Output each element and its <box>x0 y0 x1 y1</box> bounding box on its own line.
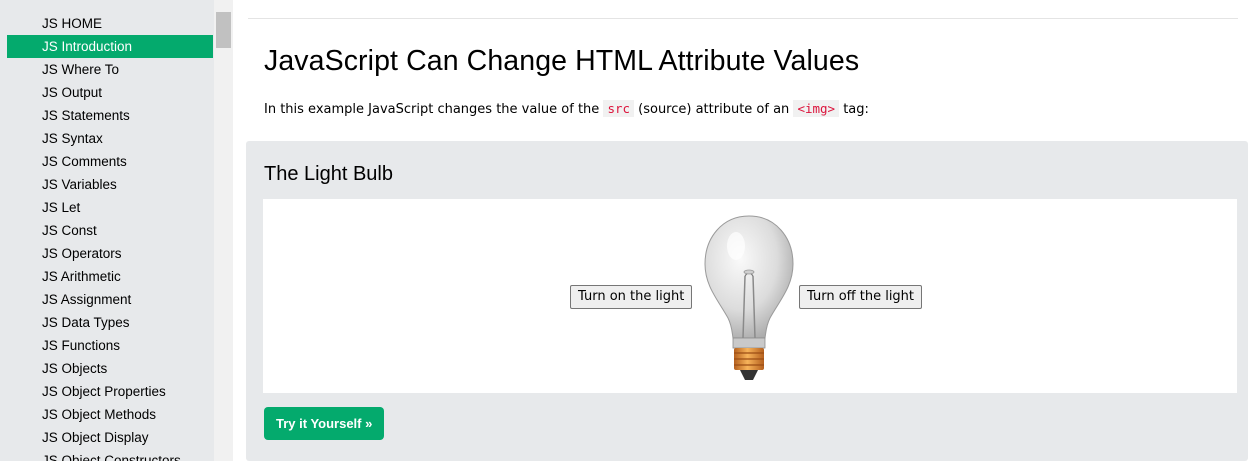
sidebar-item-js-output[interactable]: JS Output <box>7 81 213 104</box>
sidebar-item-js-object-display[interactable]: JS Object Display <box>7 426 213 449</box>
code-src: src <box>603 100 635 117</box>
sidebar-item-js-home[interactable]: JS HOME <box>7 12 213 35</box>
try-it-yourself-button[interactable]: Try it Yourself » <box>264 407 385 440</box>
code-img-tag: <img> <box>793 100 840 117</box>
sidebar-item-js-assignment[interactable]: JS Assignment <box>7 288 213 311</box>
sidebar: JS HOME JS Introduction JS Where To JS O… <box>0 0 233 461</box>
sidebar-item-js-functions[interactable]: JS Functions <box>7 334 213 357</box>
turn-on-light-button[interactable]: Turn on the light <box>570 285 693 309</box>
page-title: JavaScript Can Change HTML Attribute Val… <box>264 45 860 77</box>
sidebar-item-js-objects[interactable]: JS Objects <box>7 357 213 380</box>
sidebar-item-js-operators[interactable]: JS Operators <box>7 242 213 265</box>
example-title: The Light Bulb <box>264 163 393 185</box>
sidebar-item-js-statements[interactable]: JS Statements <box>7 104 213 127</box>
sidebar-nav-list: JS HOME JS Introduction JS Where To JS O… <box>7 12 213 461</box>
top-divider <box>248 18 1238 19</box>
sidebar-item-js-const[interactable]: JS Const <box>7 219 213 242</box>
sidebar-item-js-variables[interactable]: JS Variables <box>7 173 213 196</box>
intro-text-2: (source) attribute of an <box>634 102 794 117</box>
sidebar-item-js-data-types[interactable]: JS Data Types <box>7 311 213 334</box>
sidebar-scrollbar-track[interactable] <box>214 0 233 461</box>
sidebar-item-js-object-methods[interactable]: JS Object Methods <box>7 403 213 426</box>
sidebar-item-js-let[interactable]: JS Let <box>7 196 213 219</box>
intro-text-3: tag: <box>839 102 869 117</box>
sidebar-item-js-syntax[interactable]: JS Syntax <box>7 127 213 150</box>
sidebar-item-js-where-to[interactable]: JS Where To <box>7 58 213 81</box>
turn-off-light-button[interactable]: Turn off the light <box>799 285 923 309</box>
intro-text-1: In this example JavaScript changes the v… <box>264 102 604 117</box>
sidebar-item-js-introduction[interactable]: JS Introduction <box>7 35 213 58</box>
sidebar-item-js-arithmetic[interactable]: JS Arithmetic <box>7 265 213 288</box>
sidebar-item-js-object-properties[interactable]: JS Object Properties <box>7 380 213 403</box>
lightbulb-off-icon[interactable] <box>703 214 795 382</box>
sidebar-item-js-comments[interactable]: JS Comments <box>7 150 213 173</box>
sidebar-item-js-object-constructors[interactable]: JS Object Constructors <box>7 449 213 461</box>
intro-paragraph: In this example JavaScript changes the v… <box>264 100 869 117</box>
example-panel: The Light Bulb Turn on the light Turn of… <box>246 141 1248 461</box>
sidebar-scrollbar-thumb[interactable] <box>216 12 231 48</box>
demo-output: Turn on the light Turn off the light <box>263 199 1237 393</box>
